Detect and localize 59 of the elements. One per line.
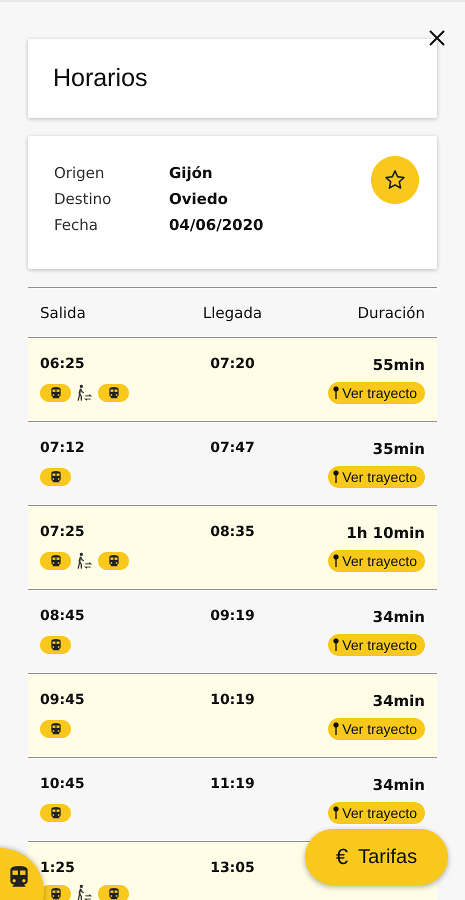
departure-time: 1:25 <box>40 860 76 876</box>
route-button[interactable]: Ver trayecto <box>328 382 425 404</box>
train-icon <box>48 386 62 400</box>
arrival-time: 07:47 <box>209 440 256 458</box>
departure-time: 07:12 <box>40 440 86 458</box>
pin-icon <box>332 469 340 485</box>
field-value: 04/06/2020 <box>169 216 264 234</box>
duration: 34min <box>372 692 425 710</box>
train-icon <box>48 806 62 820</box>
walking-transfer-icon <box>75 384 94 402</box>
route-button[interactable]: Ver trayecto <box>328 718 425 740</box>
pin-icon <box>332 553 340 569</box>
train-icon <box>48 470 62 484</box>
arrival-time: 11:19 <box>209 776 256 794</box>
duration: 35min <box>372 440 425 458</box>
pin-icon <box>332 805 340 821</box>
field-label: Origen <box>54 164 106 182</box>
train-icon <box>106 886 120 900</box>
departure-time: 06:25 <box>40 356 86 374</box>
favorite-button[interactable] <box>371 156 419 204</box>
arrival-time: 10:19 <box>209 692 256 710</box>
departure-time: 09:45 <box>40 692 86 710</box>
field-value: Gijón <box>169 164 214 182</box>
star-icon <box>383 168 407 192</box>
arrival-time: 13:05 <box>209 860 256 876</box>
route-button[interactable]: Ver trayecto <box>328 802 425 824</box>
duration: 34min <box>372 608 425 626</box>
fares-button[interactable]: € Tarifas <box>305 829 448 885</box>
route-button[interactable]: Ver trayecto <box>328 634 425 656</box>
departure-time: 07:25 <box>40 524 86 542</box>
arrival-time: 07:20 <box>209 356 256 374</box>
column-header: Duración <box>356 304 425 322</box>
train-icon <box>106 554 120 568</box>
train-icon <box>48 554 62 568</box>
train-icon <box>48 886 62 900</box>
column-header: Salida <box>40 304 87 322</box>
train-icon <box>106 386 120 400</box>
arrival-time: 09:19 <box>209 608 256 626</box>
column-header: Llegada <box>202 304 264 322</box>
walking-transfer-icon <box>75 552 94 570</box>
departure-time: 10:45 <box>40 776 86 794</box>
field-value: Oviedo <box>169 190 229 208</box>
train-icon <box>48 722 62 736</box>
duration: 55min <box>372 356 425 374</box>
field-label: Destino <box>54 190 112 208</box>
pin-icon <box>332 721 340 737</box>
arrival-time: 08:35 <box>209 524 256 542</box>
train-icon <box>48 638 62 652</box>
page-title: Horarios <box>53 64 148 93</box>
departure-time: 08:45 <box>40 608 86 626</box>
route-button[interactable]: Ver trayecto <box>328 550 425 572</box>
duration: 1h 10min <box>345 524 425 542</box>
route-button[interactable]: Ver trayecto <box>328 466 425 488</box>
walking-transfer-icon <box>75 884 94 900</box>
field-label: Fecha <box>54 216 99 234</box>
pin-icon <box>332 385 340 401</box>
euro-icon: € <box>336 844 348 870</box>
duration: 34min <box>372 776 425 794</box>
pin-icon <box>332 637 340 653</box>
